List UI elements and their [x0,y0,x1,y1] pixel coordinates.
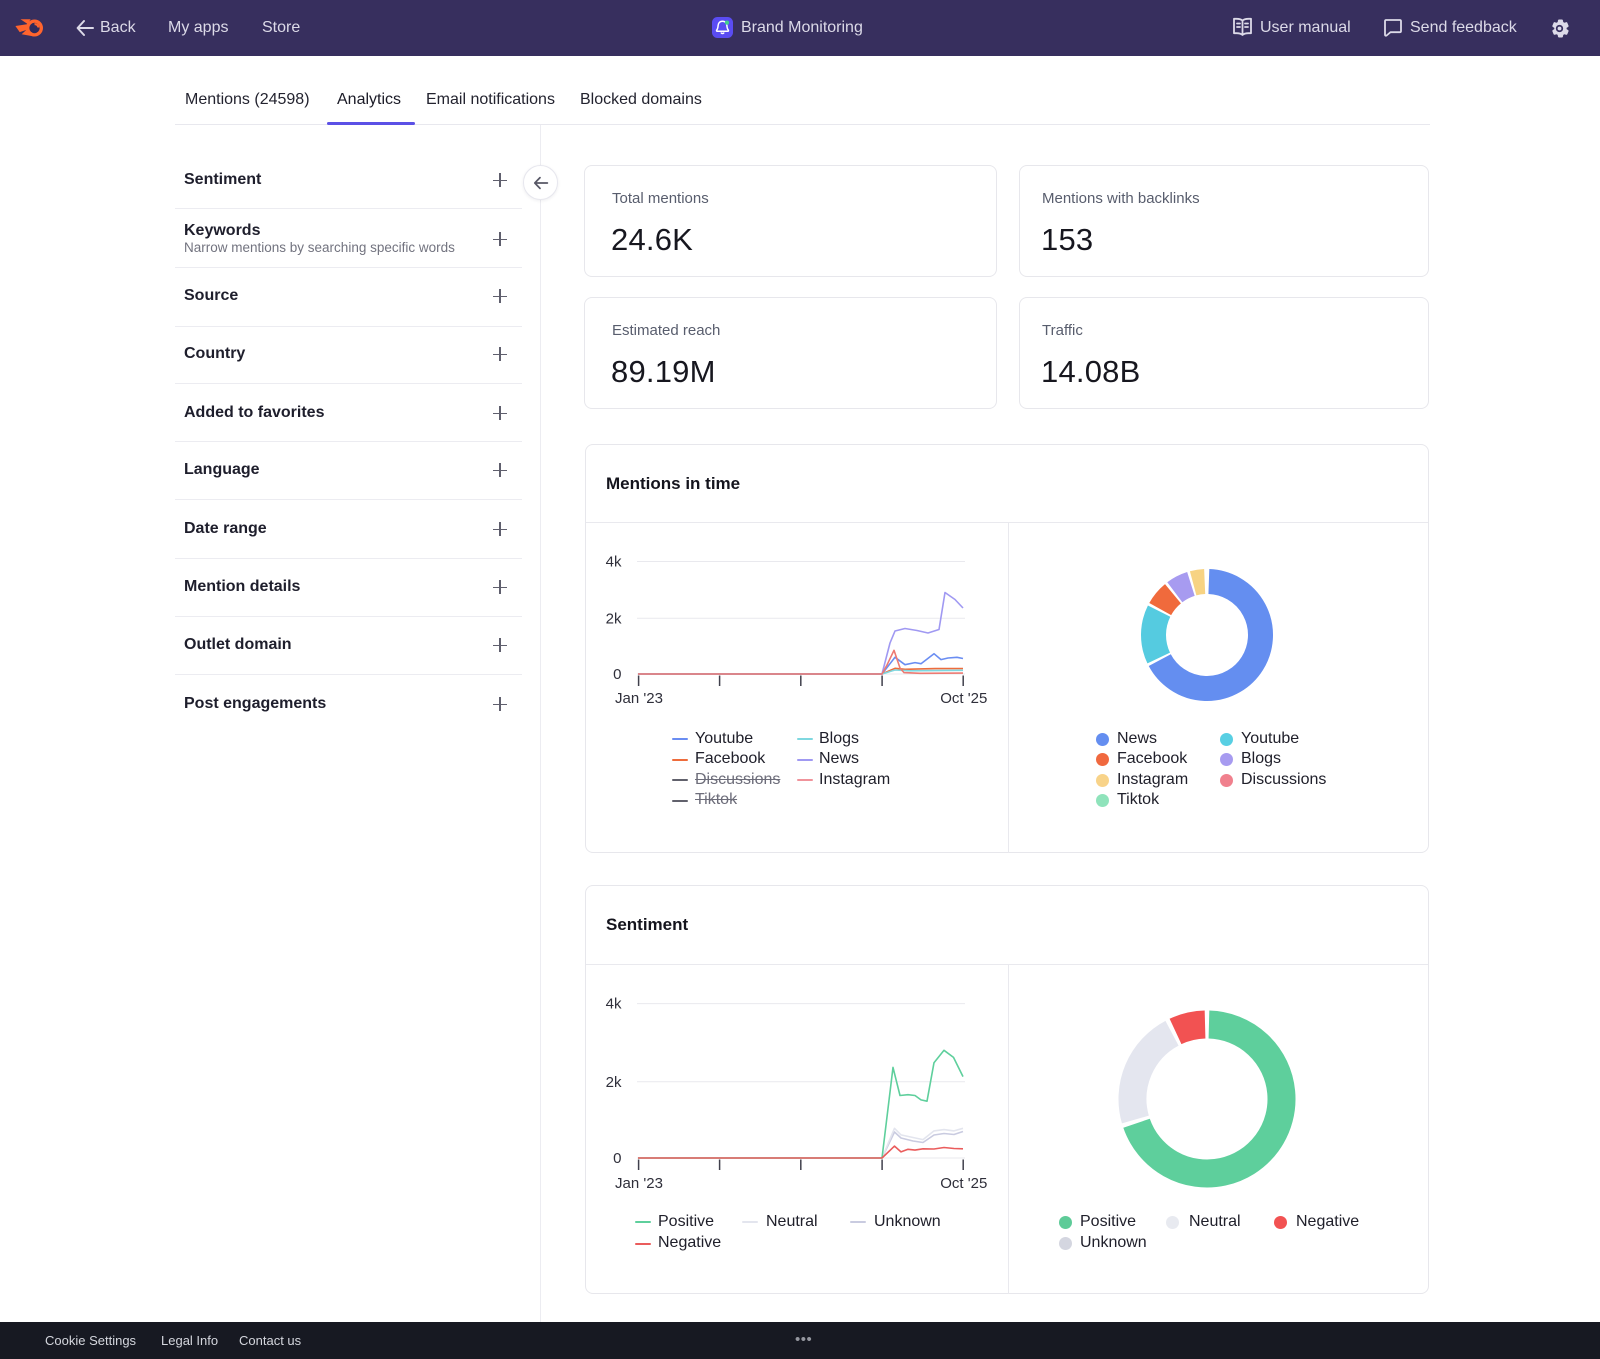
svg-text:0: 0 [613,1150,621,1167]
svg-text:4k: 4k [606,996,622,1013]
svg-text:2k: 2k [606,1074,622,1091]
svg-text:2k: 2k [606,610,622,627]
svg-text:Jan '23: Jan '23 [615,1175,663,1192]
svg-text:4k: 4k [606,554,622,571]
svg-text:Oct '25: Oct '25 [940,690,987,707]
svg-text:0: 0 [613,666,621,683]
svg-text:Oct '25: Oct '25 [940,1175,987,1192]
svg-text:Jan '23: Jan '23 [615,690,663,707]
